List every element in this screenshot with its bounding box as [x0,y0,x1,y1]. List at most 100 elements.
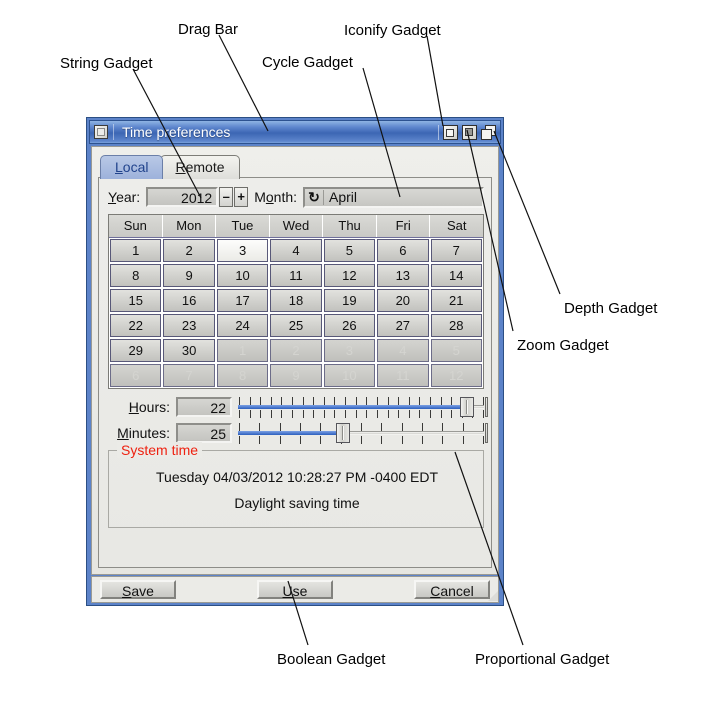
calendar-day-cell[interactable]: 11 [377,364,429,387]
calendar-day-cell[interactable]: 1 [110,239,162,262]
calendar-day-cell[interactable]: 23 [163,314,215,337]
calendar-day-cell[interactable]: 17 [216,289,269,312]
calendar-day-cell[interactable]: 6 [377,239,429,262]
slider-tick [442,436,443,444]
calendar-day-cell[interactable]: 4 [270,239,322,262]
year-string-gadget[interactable]: 2012 [146,187,219,207]
calendar-day-cell[interactable]: 12 [430,364,482,387]
calendar-day-cell[interactable]: 3 [323,339,376,362]
tab-remote[interactable]: Remote [160,155,240,179]
drag-bar[interactable]: Time preferences [89,120,501,144]
system-time-groupbox: System time Tuesday 04/03/2012 10:28:27 … [108,442,484,528]
tab-local[interactable]: Local [100,155,164,179]
calendar-day-cell[interactable]: 26 [323,314,376,337]
slider-tick [356,410,357,418]
slider-tick [402,423,403,431]
calendar-week-row: 15 16 17 18 19 20 21 [109,288,483,313]
calendar-day-cell[interactable]: 2 [163,239,215,262]
slider-tick [334,397,335,405]
calendar-day-cell[interactable]: 9 [163,264,215,287]
calendar-weekday-header: Sun Mon Tue Wed Thu Fri Sat [109,215,483,238]
slider-tick [419,410,420,418]
calendar-day-cell[interactable]: 8 [216,364,269,387]
calendar-day-cell[interactable]: 2 [270,339,322,362]
calendar-day-cell[interactable]: 24 [216,314,269,337]
slider-tick [292,397,293,405]
cancel-button[interactable]: Cancel [414,580,490,599]
calendar-day-cell[interactable]: 5 [430,339,482,362]
window-client-area: Local Remote Year: 2012 – + Month: ↻ Apr… [91,146,499,575]
iconify-gadget-icon[interactable] [443,124,458,140]
month-cycle-gadget[interactable]: ↻ April [303,186,484,208]
calendar-grid[interactable]: Sun Mon Tue Wed Thu Fri Sat 1 2 3 4 5 6 7 8 9 10 11 12 13 1… [108,214,484,389]
calendar-day-cell[interactable]: 25 [270,314,322,337]
calendar-day-cell[interactable]: 21 [430,289,482,312]
minutes-slider-knob[interactable] [336,423,350,443]
calendar-day-cell[interactable]: 27 [377,314,429,337]
slider-tick [430,410,431,418]
month-label: Month: [254,189,298,205]
slider-tick [463,436,464,444]
slider-tick [361,436,362,444]
window-resize-grip[interactable] [488,591,498,601]
calendar-day-cell[interactable]: 7 [430,239,482,262]
slider-tick [250,397,251,405]
calendar-day-cell[interactable]: 20 [377,289,429,312]
slider-tick [451,410,452,418]
calendar-day-cell[interactable]: 16 [163,289,215,312]
year-month-row: Year: 2012 – + Month: ↻ April [108,186,484,208]
year-increment-button[interactable]: + [234,187,249,207]
slider-tick [388,410,389,418]
slider-tick [303,410,304,418]
year-decrement-button[interactable]: – [219,187,234,207]
calendar-day-cell[interactable]: 28 [430,314,482,337]
calendar-day-cell[interactable]: 15 [110,289,162,312]
depth-gadget-icon[interactable] [481,124,496,140]
slider-tick [422,436,423,444]
calendar-day-selected[interactable]: 3 [216,239,269,262]
system-time-line1: Tuesday 04/03/2012 10:28:27 PM -0400 EDT [156,469,438,485]
calendar-day-cell[interactable]: 8 [110,264,162,287]
calendar-day-cell[interactable]: 4 [377,339,429,362]
hours-string-gadget[interactable]: 22 [176,397,232,417]
slider-tick [483,436,484,444]
calendar-day-cell[interactable]: 12 [323,264,376,287]
system-time-line2: Daylight saving time [234,495,360,511]
hours-slider-knob[interactable] [460,397,474,417]
minutes-proportional-gadget[interactable] [238,422,488,444]
calendar-day-cell[interactable]: 13 [377,264,429,287]
use-button[interactable]: Use [257,580,333,599]
calendar-day-cell[interactable]: 14 [430,264,482,287]
slider-tick [239,436,240,444]
minutes-string-gadget[interactable]: 25 [176,423,232,443]
calendar-day-cell[interactable]: 30 [163,339,215,362]
annotation-label-cycle-gadget: Cycle Gadget [262,54,353,71]
calendar-day-cell[interactable]: 29 [110,339,162,362]
hours-proportional-gadget[interactable] [238,396,488,418]
zoom-gadget-icon[interactable] [462,124,477,140]
calendar-day-cell[interactable]: 19 [323,289,376,312]
slider-tick [259,436,260,444]
calendar-day-cell[interactable]: 11 [270,264,322,287]
slider-tick [281,397,282,405]
slider-tick [381,436,382,444]
calendar-day-cell[interactable]: 5 [323,239,376,262]
slider-tick [334,410,335,418]
calendar-day-cell[interactable]: 9 [270,364,322,387]
slider-tick [313,397,314,405]
save-button[interactable]: Save [100,580,176,599]
calendar-day-cell[interactable]: 1 [216,339,269,362]
titlebar-gadget-divider [438,124,439,140]
slider-tick [239,423,240,431]
window-close-icon[interactable] [94,125,108,139]
slider-tick [259,423,260,431]
calendar-day-cell[interactable]: 10 [323,364,376,387]
calendar-day-cell[interactable]: 6 [110,364,162,387]
calendar-day-cell[interactable]: 22 [110,314,162,337]
slider-tick [398,410,399,418]
calendar-day-cell[interactable]: 10 [216,264,269,287]
slider-tick [280,423,281,431]
calendar-week-row: 1234567 [109,238,483,263]
calendar-day-cell[interactable]: 18 [270,289,322,312]
calendar-day-cell[interactable]: 7 [163,364,215,387]
